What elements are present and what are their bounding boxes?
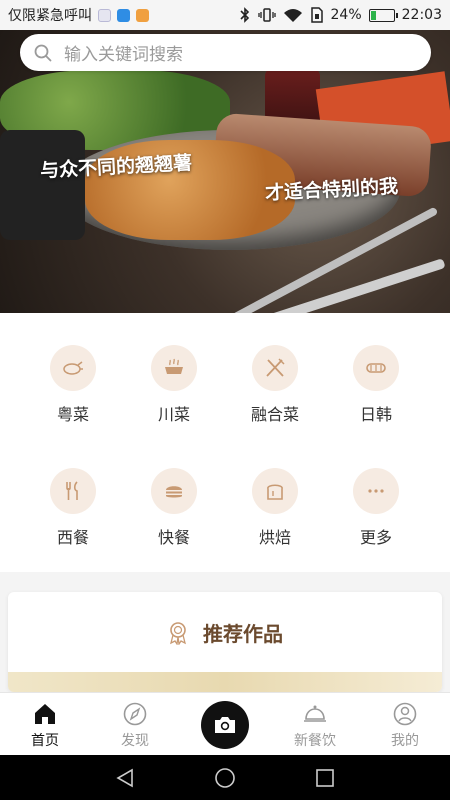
bluetooth-icon [239,7,249,23]
category-label: 融合菜 [250,405,299,424]
category-label: 粤菜 [56,405,89,424]
search-bar[interactable]: 输入关键词搜索 [20,34,431,71]
recommend-card[interactable]: 推荐作品 [8,592,442,692]
app-notification-icon [98,8,111,22]
tab-label: 新餐饮 [294,733,336,749]
category-grid: 粤菜 川菜 融合菜 日韩 西餐 快餐 烘焙 更多 [0,313,450,572]
tab-home[interactable]: 首页 [5,701,85,750]
status-bar: 仅限紧急呼叫 24% 22:03 [0,0,450,30]
compass-icon [123,702,147,726]
tab-label: 发现 [121,733,149,749]
category-label: 烘焙 [258,528,291,547]
tab-label: 我的 [391,733,419,749]
recommend-title: 推荐作品 [203,622,283,646]
tab-new-dining[interactable]: 新餐饮 [275,701,355,750]
hotpot-icon [151,345,197,391]
camera-icon [215,717,235,733]
category-label: 快餐 [157,528,190,547]
chicken-icon [50,345,96,391]
wifi-icon [283,9,302,22]
sushi-icon [353,345,399,391]
award-icon [170,621,186,645]
battery-icon [368,8,398,22]
banner-carousel[interactable]: 与众不同的翘翘薯 才适合特别的我 [0,30,450,313]
profile-icon [393,702,417,726]
tab-profile[interactable]: 我的 [365,701,445,750]
tab-discover[interactable]: 发现 [95,701,175,750]
category-fastfood[interactable]: 快餐 [129,468,219,548]
fork-knife-cross-icon [252,345,298,391]
home-icon [35,704,55,724]
app-notification-icon [117,8,130,22]
home-circle-icon[interactable] [214,767,236,789]
category-label: 更多 [359,528,392,547]
clock: 22:03 [401,7,442,23]
more-icon [353,468,399,514]
category-bakery[interactable]: 烘焙 [230,468,320,548]
recommend-header: 推荐作品 [8,618,442,647]
battery-percent: 24% [330,7,362,23]
sim-icon [310,7,323,23]
recommend-image[interactable] [8,672,442,692]
battery-level [370,10,377,20]
back-icon[interactable] [114,767,136,789]
camera-button[interactable] [201,701,249,749]
app-notification-icon [136,8,149,22]
category-label: 川菜 [157,405,190,424]
search-icon [34,44,52,61]
vibrate-icon [257,8,276,22]
category-label: 日韩 [359,405,392,424]
category-jpkr[interactable]: 日韩 [331,345,421,425]
category-fusion[interactable]: 融合菜 [230,345,320,425]
banner-image-cup [0,130,85,240]
recents-icon[interactable] [314,767,336,789]
burger-icon [151,468,197,514]
category-western[interactable]: 西餐 [28,468,118,548]
category-yue[interactable]: 粤菜 [28,345,118,425]
cloche-icon [304,705,326,722]
tab-label: 首页 [31,733,59,749]
western-cutlery-icon [50,468,96,514]
search-input[interactable]: 输入关键词搜索 [64,40,183,65]
system-nav-bar [0,755,450,800]
category-chuan[interactable]: 川菜 [129,345,219,425]
category-label: 西餐 [56,528,89,547]
bread-icon [252,468,298,514]
bottom-tab-bar: 首页 发现 新餐饮 我的 [0,692,450,755]
category-more[interactable]: 更多 [331,468,421,548]
carrier-text: 仅限紧急呼叫 [8,8,92,24]
